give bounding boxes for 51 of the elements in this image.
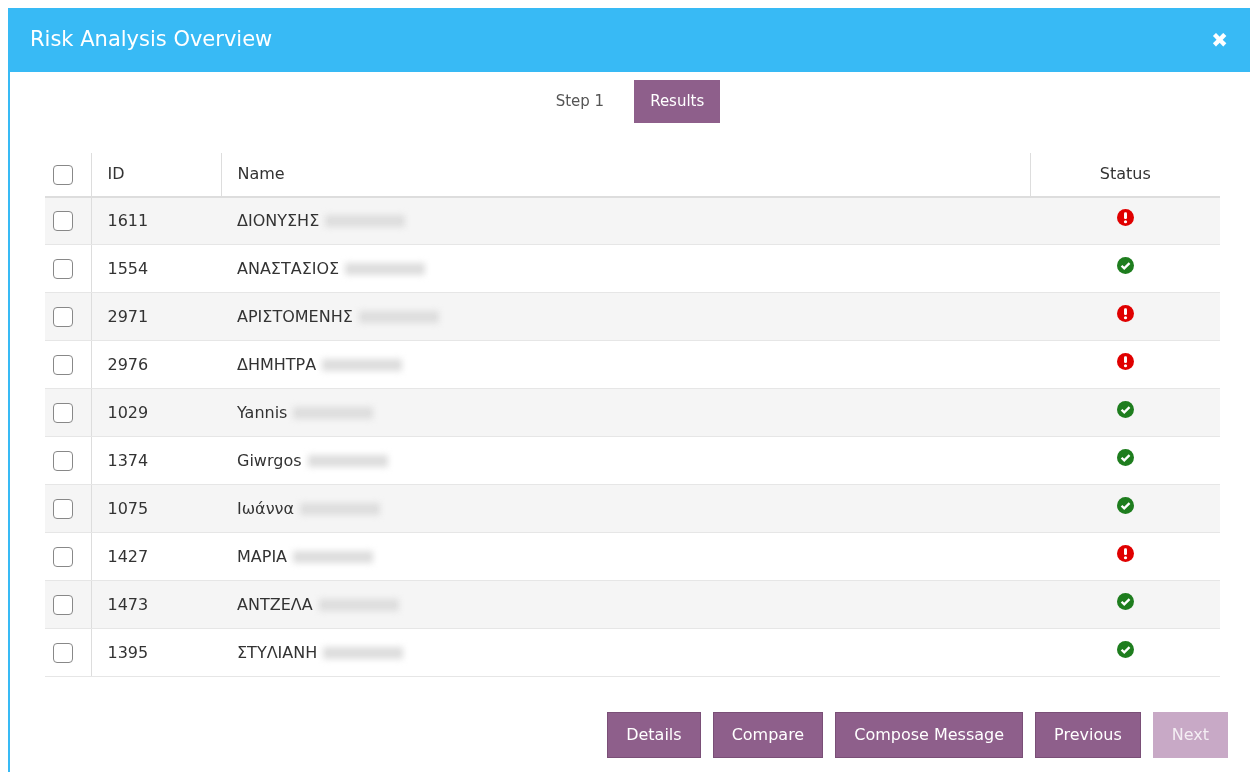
check-circle-icon xyxy=(1116,448,1134,466)
name-cell: ΜΑΡΙΑ xyxy=(237,546,288,566)
row-checkbox[interactable] xyxy=(53,403,73,423)
row-checkbox[interactable] xyxy=(53,643,73,663)
name-cell: ΔΗΜΗΤΡΑ xyxy=(237,354,317,374)
name-cell: Giwrgos xyxy=(237,450,302,470)
id-cell: 1427 xyxy=(107,546,149,566)
exclamation-circle-icon xyxy=(1116,544,1134,562)
window-title: Risk Analysis Overview xyxy=(30,26,273,54)
action-button[interactable]: Compare xyxy=(712,712,824,758)
column-header: Status xyxy=(1099,164,1151,183)
row-checkbox[interactable] xyxy=(53,451,73,471)
id-cell: 1611 xyxy=(107,210,149,230)
tab[interactable]: Step 1 xyxy=(539,80,621,123)
row-checkbox[interactable] xyxy=(53,211,73,232)
id-cell: 1473 xyxy=(107,594,149,614)
name-cell: ΑΡΙΣΤΟΜΕΝΗΣ xyxy=(237,306,353,326)
check-circle-icon xyxy=(1116,640,1134,658)
name-cell: ΑΝΑΣΤΑΣΙΟΣ xyxy=(237,258,340,278)
name-cell: ΔΙΟΝΥΣΗΣ xyxy=(237,210,320,230)
id-cell: 1029 xyxy=(107,402,149,422)
name-cell: Yannis xyxy=(237,402,288,422)
column-header: ID xyxy=(107,164,125,183)
id-cell: 1395 xyxy=(107,642,149,662)
name-cell: ΣΤΥΛΙΑΝΗ xyxy=(237,642,318,662)
row-checkbox[interactable] xyxy=(53,259,73,279)
name-cell: Ιωάννα xyxy=(237,498,295,518)
row-checkbox[interactable] xyxy=(53,499,73,519)
check-circle-icon xyxy=(1116,256,1134,274)
exclamation-circle-icon xyxy=(1116,208,1134,226)
row-checkbox[interactable] xyxy=(53,307,73,327)
row-checkbox[interactable] xyxy=(53,547,73,567)
row-checkbox[interactable] xyxy=(53,355,73,375)
exclamation-circle-icon xyxy=(1116,352,1134,370)
check-circle-icon xyxy=(1116,496,1134,514)
select-all-checkbox[interactable] xyxy=(53,164,73,185)
check-circle-icon xyxy=(1116,592,1134,610)
check-circle-icon xyxy=(1116,400,1134,418)
name-cell: ΑΝΤΖΕΛΑ xyxy=(237,594,313,614)
action-button[interactable]: Compose Message xyxy=(835,712,1024,758)
action-button[interactable]: Details xyxy=(607,712,701,758)
exclamation-circle-icon xyxy=(1116,304,1134,322)
action-button[interactable]: Previous xyxy=(1035,712,1141,758)
id-cell: 2976 xyxy=(107,354,149,374)
id-cell: 1554 xyxy=(107,258,149,278)
row-checkbox[interactable] xyxy=(53,595,73,615)
id-cell: 2971 xyxy=(107,306,149,326)
tab[interactable]: Results xyxy=(634,80,721,123)
id-cell: 1374 xyxy=(107,450,149,470)
id-cell: 1075 xyxy=(107,498,149,518)
column-header: Name xyxy=(237,164,285,183)
